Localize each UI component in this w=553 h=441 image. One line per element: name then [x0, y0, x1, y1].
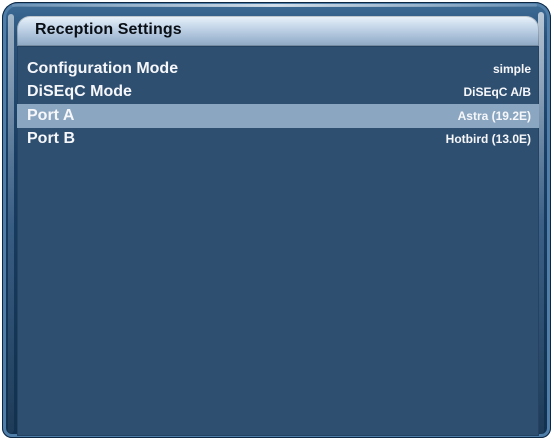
setting-value-port-b: Hotbird (13.0E) [445, 132, 531, 146]
setting-label-port-b: Port B [27, 130, 75, 147]
reception-settings-screen: Reception Settings Configuration Mode si… [0, 0, 553, 441]
setting-label-diseqc-mode: DiSEqC Mode [27, 83, 132, 100]
setting-value-configuration-mode: simple [492, 62, 531, 76]
settings-list-panel: Configuration Mode simple DiSEqC Mode Di… [17, 46, 539, 436]
setting-label-port-a: Port A [27, 107, 75, 124]
setting-value-port-a: Astra (19.2E) [457, 109, 531, 123]
setting-row-port-b[interactable]: Port B Hotbird (13.0E) [17, 127, 539, 151]
setting-row-diseqc-mode[interactable]: DiSEqC Mode DiSEqC A/B [17, 80, 539, 104]
setting-row-port-a[interactable]: Port A Astra (19.2E) [17, 104, 539, 128]
setting-row-configuration-mode[interactable]: Configuration Mode simple [17, 57, 539, 81]
setting-value-diseqc-mode: DiSEqC A/B [463, 85, 531, 99]
title-bar: Reception Settings [17, 16, 539, 46]
left-frame-bevel [8, 14, 14, 433]
window-title: Reception Settings [35, 21, 182, 38]
setting-label-configuration-mode: Configuration Mode [27, 60, 179, 77]
